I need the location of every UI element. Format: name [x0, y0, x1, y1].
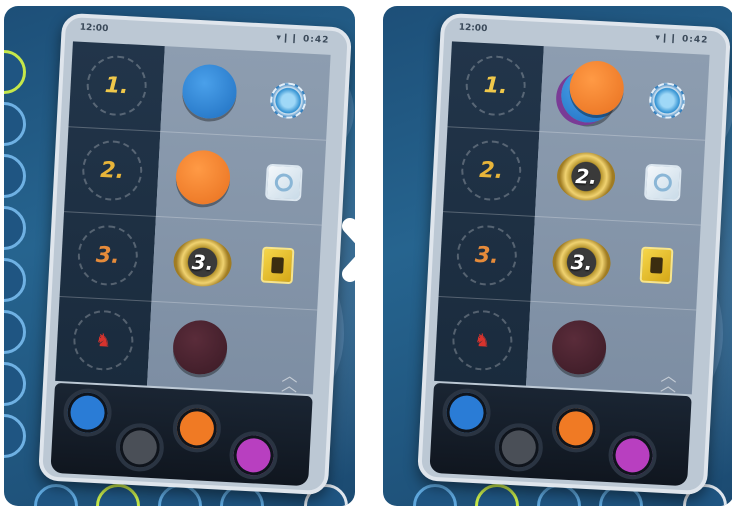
track-space — [96, 484, 140, 506]
chip-icon — [639, 246, 674, 285]
tray-token-grey[interactable] — [114, 422, 166, 473]
track-space — [4, 310, 26, 354]
status-time: 12:00 — [458, 22, 488, 35]
tray-token-grey[interactable] — [493, 422, 545, 473]
status-signal: ▾❙❙ 0:42 — [655, 32, 709, 46]
before-panel: 12:00 ▾❙❙ 0:42 1. 2. 3. ♞ 3. ︿ ︿ — [4, 6, 355, 506]
tray-token-orange[interactable] — [171, 403, 223, 454]
track-space — [4, 258, 26, 302]
phone-player-board: 12:00 ▾❙❙ 0:42 1. 2. 3. ♞ 3. ︿ ︿ — [37, 12, 353, 496]
status-time: 12:00 — [79, 22, 109, 35]
track-space — [34, 484, 78, 506]
after-panel: 12:00 ▾❙❙ 0:42 1. 2. 3. ♞ 2. 3. ︿ ︿ — [383, 6, 732, 506]
shield-icon — [264, 163, 303, 202]
token-tray — [50, 382, 313, 487]
track-space — [475, 484, 519, 506]
track-space — [4, 206, 26, 250]
ranking-grid: 1. 2. 3. ♞ 3. ︿ ︿ — [55, 41, 331, 396]
tray-token-purple[interactable] — [228, 430, 279, 481]
track-space — [4, 50, 26, 94]
ranking-grid: 1. 2. 3. ♞ 2. 3. ︿ ︿ — [434, 41, 710, 396]
track-space — [4, 154, 26, 198]
track-space — [4, 362, 26, 406]
track-space — [4, 414, 26, 458]
shield-icon — [643, 163, 682, 202]
tray-token-purple[interactable] — [607, 430, 658, 481]
chevron-up-icon: ︿ ︿ — [659, 365, 678, 396]
track-space — [4, 102, 26, 146]
phone-player-board: 12:00 ▾❙❙ 0:42 1. 2. 3. ♞ 2. 3. ︿ ︿ — [416, 12, 732, 496]
token-tray — [429, 382, 692, 487]
chevron-up-icon: ︿ ︿ — [280, 365, 299, 396]
track-space — [413, 484, 457, 506]
status-signal: ▾❙❙ 0:42 — [276, 32, 330, 46]
tray-token-blue[interactable] — [441, 387, 492, 438]
tray-token-blue[interactable] — [62, 387, 113, 438]
chip-icon — [260, 246, 295, 285]
tray-token-orange[interactable] — [550, 403, 602, 454]
